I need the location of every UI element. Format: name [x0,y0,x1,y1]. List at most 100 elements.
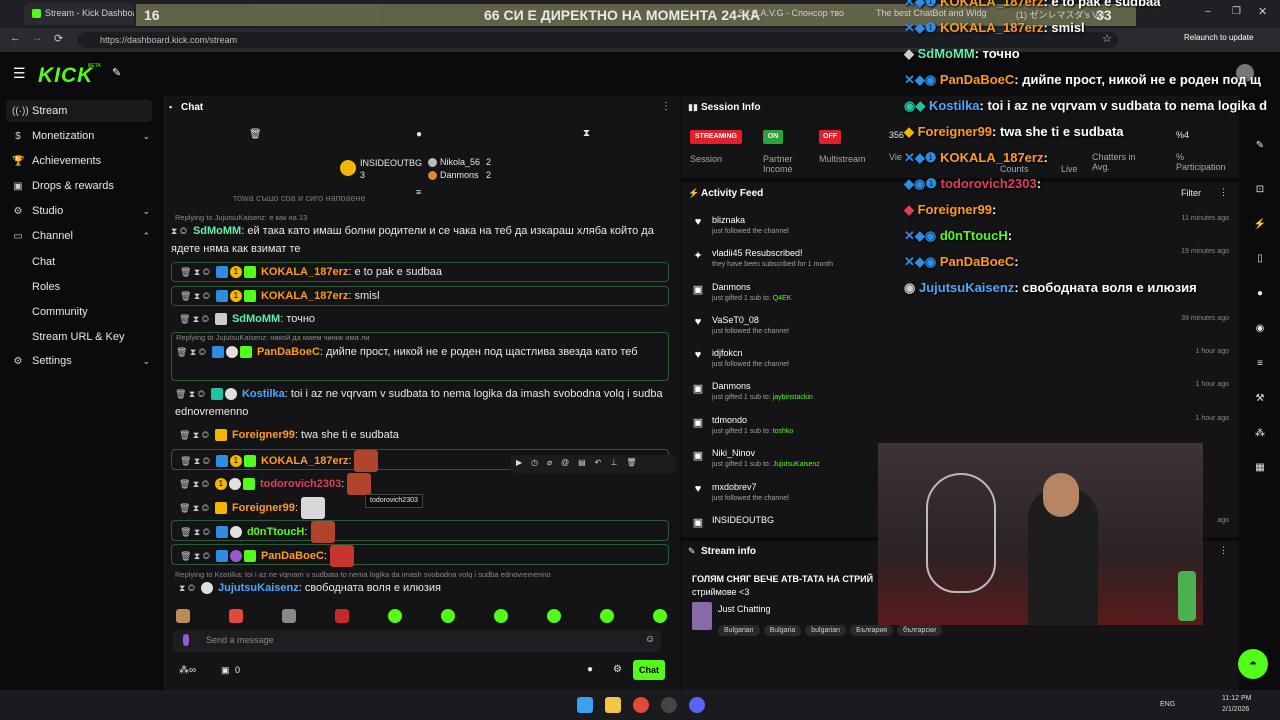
gift-recipient[interactable]: toshko [773,428,794,435]
chat-username[interactable]: d0nTtoucH [247,526,304,538]
chat-username[interactable]: SdMoMM [232,313,280,325]
gift-recipient[interactable]: Q4EK [773,295,792,302]
mod-actions-icon[interactable]: 🗑 ⧗ ◎ [176,347,206,357]
chat-bubble-icon[interactable]: ● [587,664,593,675]
kebab-menu-icon[interactable]: ⋮ [1219,545,1228,556]
sidebar-item-stream[interactable]: ((·)) Stream [6,100,152,122]
chat-message[interactable]: 🗑 ⧗ ◎ 1 KOKALA_187erz: e to pak e sudbaa [171,262,669,282]
stream-tag[interactable]: Bulgaria [763,625,802,636]
reply-icon[interactable]: ↶ [595,458,611,467]
recent-emote[interactable] [388,609,402,623]
windows-start-icon[interactable] [577,697,593,713]
mod-actions-icon[interactable]: 🗑 ⧗ ◎ [180,456,210,466]
mic-icon[interactable] [183,634,189,646]
nodes-rail-icon[interactable]: ⁂ [1252,428,1268,444]
chat-icon[interactable]: ● [416,129,422,140]
drag-handle-icon[interactable]: ≡ [416,187,421,197]
sidebar-item-drops[interactable]: ▣ Drops & rewards [12,175,158,197]
list-rail-icon[interactable]: ≡ [1252,358,1268,374]
discord-icon[interactable] [689,697,705,713]
settings-gear-icon[interactable]: ⚙ [613,664,622,675]
file-explorer-icon[interactable] [605,697,621,713]
gift-recipient[interactable]: JujutsuKaisenz [773,461,820,468]
emoji-icon[interactable]: ☺ [645,634,655,645]
gift-recipient[interactable]: jaybinstackin [773,394,813,401]
mod-actions-icon[interactable]: 🗑 ⧗ ◎ [179,430,209,440]
activity-item[interactable]: ♥ idjfokcn just followed the channel 1 hour… [691,348,1229,380]
stream-tag[interactable]: Bulgarian [718,625,760,636]
chat-username[interactable]: KOKALA_187erz [261,290,348,302]
sidebar-subitem-community[interactable]: Community [32,306,88,318]
copy-icon[interactable]: ▤ [578,458,595,467]
language-indicator[interactable]: ENG [1160,701,1175,708]
browser-tab-active[interactable]: Stream - Kick Dashboard [24,3,134,25]
clock-icon[interactable]: ◷ [531,458,547,467]
chat-message[interactable]: 🗑 ⧗ ◎ Kostilka: toi i az ne vqrvam v sud… [171,385,669,421]
obs-icon[interactable] [661,697,677,713]
mod-actions-icon[interactable]: 🗑 ⧗ ◎ [179,503,209,513]
chat-message[interactable]: Replying to JujutsuKaisenz: някой да мяе… [171,332,669,381]
gift-points-icon[interactable]: ⁂∞ [179,665,196,676]
delete-icon[interactable]: 🗑 [626,458,645,467]
recent-emote[interactable] [176,609,190,623]
broadcast-rail-icon[interactable]: ◉ [1252,323,1268,339]
mod-actions-icon[interactable]: 🗑 ⧗ ◎ [179,314,209,324]
mod-actions-icon[interactable]: 🗑 ⧗ ◎ [179,479,209,489]
stream-tag[interactable]: bulgarian [805,625,847,636]
chat-username[interactable]: Foreigner99 [232,502,295,514]
recent-emote[interactable] [441,609,455,623]
chat-username[interactable]: Foreigner99 [232,429,295,441]
kick-logo[interactable]: KICK [38,64,93,88]
sidebar-item-channel[interactable]: ▭ Channel ⌃ [12,225,158,247]
chrome-icon[interactable] [633,697,649,713]
mod-actions-icon[interactable]: ⧗ ◎ [179,583,195,593]
stream-tag[interactable]: български [897,625,942,636]
mod-actions-icon[interactable]: 🗑 ⧗ ◎ [180,267,210,277]
back-icon[interactable]: ← [10,32,21,44]
chat-message[interactable]: ⧗ ◎ JujutsuKaisenz: свободната воля е ил… [171,579,669,599]
chat-message[interactable]: 🗑 ⧗ ◎ d0nTtoucH: [171,520,669,543]
chat-username[interactable]: SdMoMM [193,225,241,237]
chat-message[interactable]: 🗑 ⧗ ◎ 1 todorovich2303: [171,473,669,495]
recent-emote[interactable] [494,609,508,623]
chat-username[interactable]: JujutsuKaisenz [218,582,299,594]
kebab-menu-icon[interactable]: ⋮ [661,101,671,112]
sidebar-subitem-roles[interactable]: Roles [32,281,60,293]
chat-message[interactable]: 🗑 ⧗ ◎ Foreigner99: [171,497,669,519]
recent-emote[interactable] [282,609,296,623]
chart-rail-icon[interactable]: ▦ [1252,462,1268,478]
chat-message[interactable]: 🗑 ⧗ ◎ 1 KOKALA_187erz: smisl [171,286,669,306]
clock-date[interactable]: 2/1/2026 [1222,706,1249,713]
recent-emote[interactable] [547,609,561,623]
sidebar-subitem-stream-url[interactable]: Stream URL & Key [32,331,125,343]
activity-item[interactable]: ▣ Danmons just gifted 1 sub to: jaybinstac… [691,381,1229,413]
chat-message[interactable]: 🗑 ⧗ ◎ Foreigner99: twa she ti e sudbata [171,426,669,446]
hamburger-menu-icon[interactable]: ☰ [13,65,26,82]
wrench-rail-icon[interactable]: ⚒ [1252,393,1268,409]
hourglass-icon[interactable]: ⧗ [583,128,590,139]
sidebar-subitem-chat[interactable]: Chat [32,256,55,268]
trash-icon[interactable]: 🗑 [249,129,262,140]
pin-icon[interactable]: ⊥ [610,458,626,467]
chat-username[interactable]: PanDaBoeC [257,346,320,358]
mod-actions-icon[interactable]: ⧗ ◎ [171,226,187,236]
recent-emote[interactable] [653,609,667,623]
play-icon[interactable]: ▶ [516,458,531,467]
forward-icon[interactable]: → [32,32,43,44]
recent-emote[interactable] [335,609,349,623]
support-headset-button[interactable]: ◓ [1238,649,1268,679]
recent-emote[interactable] [600,609,614,623]
browser-tab[interactable]: S.I.C.A.V.G - Спонсор тво [730,3,852,25]
chat-username[interactable]: KOKALA_187erz [261,455,348,467]
reload-icon[interactable]: ⟳ [54,32,63,45]
mod-actions-icon[interactable]: 🗑 ⧗ ◎ [180,527,210,537]
chat-input-box[interactable]: Send a message ☺ [173,630,661,652]
at-icon[interactable]: @ [561,458,578,467]
category-thumbnail[interactable] [692,602,712,630]
send-chat-button[interactable]: Chat [633,660,665,680]
recent-emote[interactable] [229,609,243,623]
chat-username[interactable]: PanDaBoeC [261,550,324,562]
activity-item[interactable]: ♥ VaSeT0_08 just followed the channel 39 mi… [691,315,1229,347]
chat-message[interactable]: ⧗ ◎ SdMoMM: ей така като имаш болни родит… [171,222,669,258]
clock-time[interactable]: 11:12 PM [1222,695,1251,702]
